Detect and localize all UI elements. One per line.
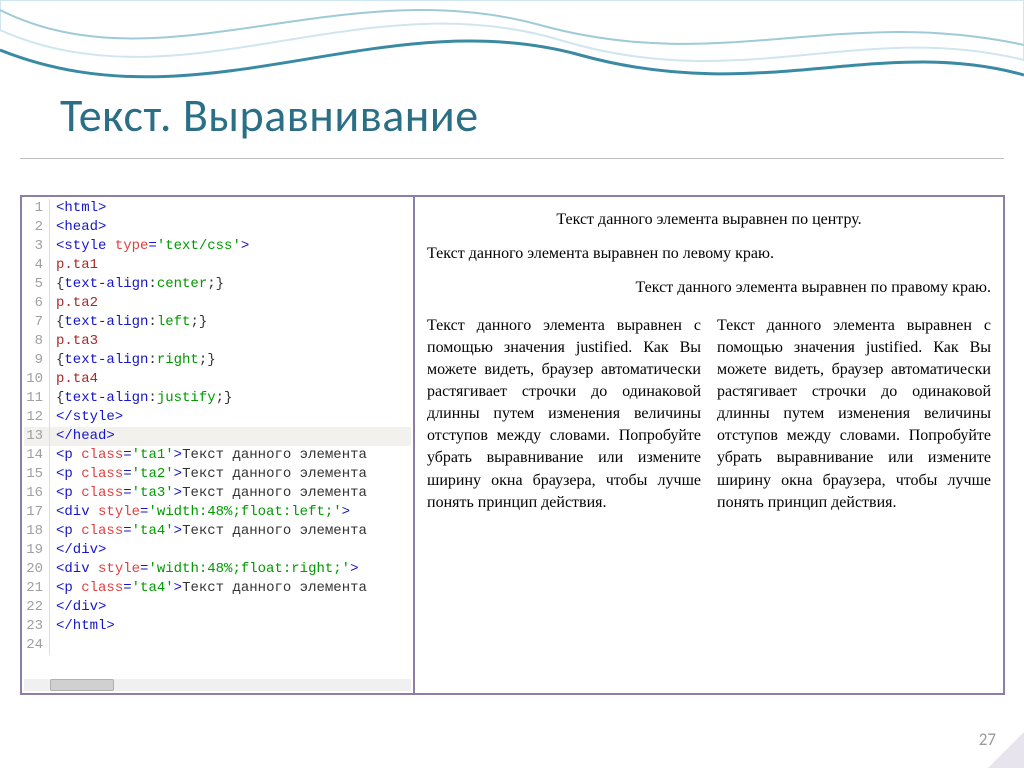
line-number: 10 (24, 370, 50, 389)
code-line[interactable]: 19 </div> (24, 541, 411, 560)
code-content: {text-align:center;} (56, 275, 224, 294)
code-pane: 1<html>2<head>3<style type='text/css'>4p… (22, 197, 415, 693)
line-number: 11 (24, 389, 50, 408)
code-content: <head> (56, 218, 106, 237)
code-line[interactable]: 15 <p class='ta2'>Текст данного элемента (24, 465, 411, 484)
code-line[interactable]: 24 (24, 636, 411, 655)
line-number: 7 (24, 313, 50, 332)
code-content: p.ta4 (56, 370, 98, 389)
code-line[interactable]: 13 </head> (24, 427, 411, 446)
code-line[interactable]: 22 </div> (24, 598, 411, 617)
horizontal-scrollbar[interactable] (24, 679, 411, 691)
line-number: 24 (24, 636, 50, 655)
line-number: 15 (24, 465, 50, 484)
code-line[interactable]: 2 <head> (24, 218, 411, 237)
code-line[interactable]: 6 p.ta2 (24, 294, 411, 313)
line-number: 9 (24, 351, 50, 370)
code-line[interactable]: 16 <p class='ta3'>Текст данного элемента (24, 484, 411, 503)
line-number: 16 (24, 484, 50, 503)
code-content: {text-align:left;} (56, 313, 207, 332)
code-line[interactable]: 9 {text-align:right;} (24, 351, 411, 370)
code-line[interactable]: 18 <p class='ta4'>Текст данного элемента (24, 522, 411, 541)
code-content: p.ta3 (56, 332, 98, 351)
content-frame: 1<html>2<head>3<style type='text/css'>4p… (20, 195, 1005, 695)
code-content: <p class='ta4'>Текст данного элемента (56, 522, 367, 541)
code-line[interactable]: 11 {text-align:justify;} (24, 389, 411, 408)
line-number: 6 (24, 294, 50, 313)
code-content: <p class='ta1'>Текст данного элемента (56, 446, 367, 465)
line-number: 23 (24, 617, 50, 636)
code-content: <html> (56, 199, 106, 218)
code-line[interactable]: 4 p.ta1 (24, 256, 411, 275)
code-content: p.ta1 (56, 256, 98, 275)
line-number: 17 (24, 503, 50, 522)
code-line[interactable]: 17 <div style='width:48%;float:left;'> (24, 503, 411, 522)
line-number: 20 (24, 560, 50, 579)
title-underline (20, 158, 1004, 159)
preview-justified-left: Текст данного элемента выравнен с помощь… (427, 315, 701, 514)
corner-accent (988, 732, 1024, 768)
code-content: </head> (56, 427, 115, 446)
slide: Текст. Выравнивание 1 <html> 2 <head> 3 <styl… (0, 0, 1024, 768)
code-content: </div> (56, 598, 106, 617)
code-content: {text-align:right;} (56, 351, 216, 370)
code-line[interactable]: 5 {text-align:center;} (24, 275, 411, 294)
code-content: </div> (56, 541, 106, 560)
line-number: 12 (24, 408, 50, 427)
line-number: 21 (24, 579, 50, 598)
code-line[interactable]: 7 {text-align:left;} (24, 313, 411, 332)
code-content: </style> (56, 408, 123, 427)
line-number: 8 (24, 332, 50, 351)
line-number: 2 (24, 218, 50, 237)
code-content: p.ta2 (56, 294, 98, 313)
line-number: 14 (24, 446, 50, 465)
code-content: {text-align:justify;} (56, 389, 232, 408)
code-editor[interactable]: 1<html>2<head>3<style type='text/css'>4p… (24, 199, 411, 679)
code-content: <p class='ta4'>Текст данного элемента (56, 579, 367, 598)
code-content: <div style='width:48%;float:right;'> (56, 560, 358, 579)
line-number: 4 (24, 256, 50, 275)
code-line[interactable]: 10 p.ta4 (24, 370, 411, 389)
code-line[interactable]: 14 <p class='ta1'>Текст данного элемента (24, 446, 411, 465)
code-line[interactable]: 23 </html> (24, 617, 411, 636)
code-content: <p class='ta3'>Текст данного элемента (56, 484, 367, 503)
line-number: 1 (24, 199, 50, 218)
code-line[interactable]: 1 <html> (24, 199, 411, 218)
code-line[interactable]: 3 <style type='text/css'> (24, 237, 411, 256)
code-line[interactable]: 12 </style> (24, 408, 411, 427)
code-content: <div style='width:48%;float:left;'> (56, 503, 350, 522)
scrollbar-thumb[interactable] (50, 679, 114, 691)
preview-pane: Текст данного элемента выравнен по центр… (415, 197, 1003, 693)
code-line[interactable]: 20 <div style='width:48%;float:right;'> (24, 560, 411, 579)
preview-text-center: Текст данного элемента выравнен по центр… (427, 211, 991, 229)
code-content: </html> (56, 617, 115, 636)
preview-columns: Текст данного элемента выравнен с помощь… (427, 315, 991, 514)
line-number: 3 (24, 237, 50, 256)
code-line[interactable]: 8 p.ta3 (24, 332, 411, 351)
line-number: 13 (24, 427, 50, 446)
preview-text-left: Текст данного элемента выравнен по левом… (427, 245, 991, 263)
code-line[interactable]: 21 <p class='ta4'>Текст данного элемента (24, 579, 411, 598)
preview-justified-right: Текст данного элемента выравнен с помощь… (717, 315, 991, 514)
line-number: 19 (24, 541, 50, 560)
slide-title: Текст. Выравнивание (60, 88, 479, 144)
code-content: <style type='text/css'> (56, 237, 249, 256)
line-number: 5 (24, 275, 50, 294)
line-number: 22 (24, 598, 50, 617)
preview-text-right: Текст данного элемента выравнен по право… (427, 279, 991, 297)
code-content: <p class='ta2'>Текст данного элемента (56, 465, 367, 484)
line-number: 18 (24, 522, 50, 541)
